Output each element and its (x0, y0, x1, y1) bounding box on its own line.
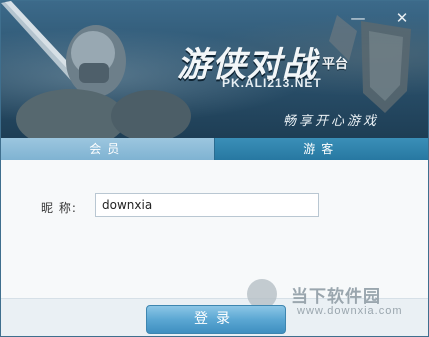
app-title-suffix: 平台 (322, 57, 349, 72)
site-url: PK.ALI213.NET (222, 76, 322, 90)
login-button[interactable]: 登录 (146, 305, 286, 334)
watermark-name: 当下软件园 (291, 287, 381, 307)
slogan: 畅享开心游戏 (283, 114, 380, 129)
banner: 游侠对战 平台 PK.ALI213.NET 畅享开心游戏 — ✕ (1, 1, 428, 138)
login-window: 游侠对战 平台 PK.ALI213.NET 畅享开心游戏 — ✕ 会员 游客 昵… (0, 0, 429, 337)
nickname-label: 昵 称: (41, 201, 77, 215)
login-tabs: 会员 游客 (1, 138, 428, 160)
close-button[interactable]: ✕ (393, 10, 411, 26)
tab-guest[interactable]: 游客 (213, 138, 428, 160)
watermark-url: www.downxia.com (297, 305, 403, 317)
tab-member[interactable]: 会员 (1, 138, 214, 160)
nickname-input[interactable]: downxia (95, 193, 319, 217)
minimize-button[interactable]: — (349, 10, 367, 26)
